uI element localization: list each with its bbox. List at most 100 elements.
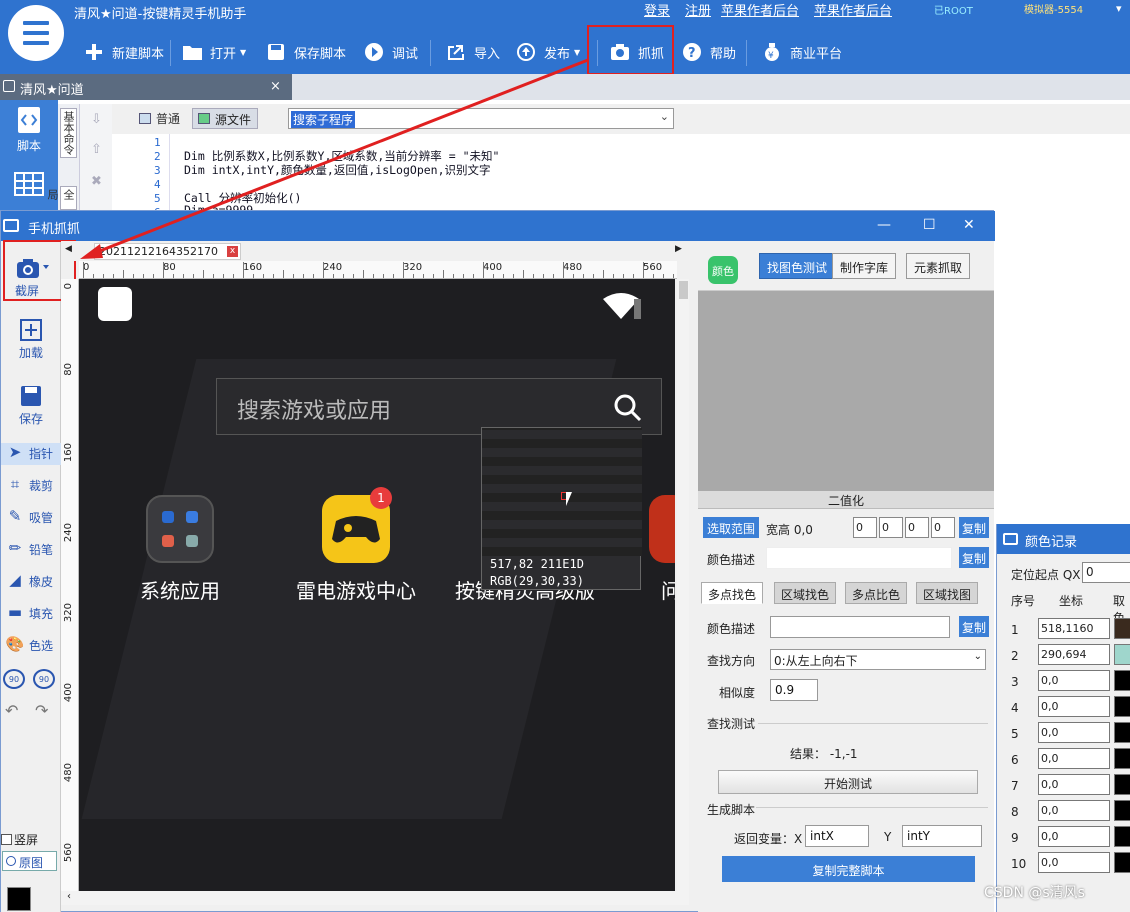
- color-desc-input[interactable]: [766, 547, 952, 569]
- scroll-left-icon[interactable]: ◀: [65, 244, 72, 254]
- load-tool[interactable]: 加载: [1, 319, 61, 365]
- subtab-area-find-image[interactable]: 区域找图: [916, 582, 979, 604]
- coord-input[interactable]: 0,0: [1038, 800, 1110, 821]
- original-image-button[interactable]: 原图: [2, 851, 57, 871]
- subtab-area-find-color[interactable]: 区域找色: [774, 582, 837, 604]
- color-swatch[interactable]: [1114, 618, 1130, 639]
- mode-normal-button[interactable]: 普通: [134, 109, 186, 129]
- minimize-button[interactable]: —: [877, 217, 891, 233]
- coord-input[interactable]: 0,0: [1038, 826, 1110, 847]
- arrow-up-icon[interactable]: ⇧: [91, 142, 102, 157]
- crop-tool[interactable]: ⌗ 裁剪: [1, 475, 61, 497]
- subtab-multi-point-compare[interactable]: 多点比色: [845, 582, 908, 604]
- color-record-title-bar[interactable]: 颜色记录: [997, 524, 1130, 554]
- coord-input[interactable]: 0,0: [1038, 852, 1110, 873]
- copy-full-script-button[interactable]: 复制完整脚本: [722, 856, 975, 882]
- arrow-down-icon[interactable]: ⇩: [91, 112, 102, 127]
- horizontal-scrollbar[interactable]: ‹: [61, 891, 689, 905]
- copy-desc-button-2[interactable]: 复制: [959, 616, 989, 637]
- close-button[interactable]: ✕: [963, 217, 975, 233]
- author-backend-link[interactable]: 苹果作者后台: [814, 0, 892, 19]
- publish-button[interactable]: 发布 ▼: [516, 36, 580, 68]
- mode-source-button[interactable]: 源文件: [192, 108, 259, 129]
- range-x1-input[interactable]: 0: [853, 517, 877, 538]
- subroutine-search-select[interactable]: 搜索子程序 ⌄: [288, 108, 674, 129]
- vtab-global[interactable]: 全局: [46, 186, 77, 210]
- color-swatch[interactable]: [1114, 800, 1130, 821]
- coord-input[interactable]: 0,0: [1038, 696, 1110, 717]
- login-link[interactable]: 登录: [644, 0, 670, 19]
- maximize-button[interactable]: ☐: [923, 217, 936, 233]
- phone-screenshot-canvas[interactable]: 搜索游戏或应用 系统应用 1 雷电游戏中心 按键精灵高级版 问 517,82 2…: [79, 279, 675, 891]
- vtab-basic-commands[interactable]: 基本命令: [60, 108, 77, 158]
- capture-window-title-bar[interactable]: 手机抓抓 — ☐ ✕: [1, 211, 995, 241]
- scroll-left-icon[interactable]: ‹: [67, 891, 71, 902]
- code-line[interactable]: Dim a=9999: [184, 203, 253, 210]
- coord-input[interactable]: 0,0: [1038, 722, 1110, 743]
- color-swatch[interactable]: [1114, 670, 1130, 691]
- tab-element-capture[interactable]: 元素抓取: [906, 253, 971, 279]
- register-link[interactable]: 注册: [685, 0, 711, 19]
- apple-author-link[interactable]: 苹果作者后台: [721, 0, 799, 19]
- color-swatch[interactable]: [1114, 722, 1130, 743]
- document-tab[interactable]: 清风★问道 ×: [0, 74, 292, 100]
- start-test-button[interactable]: 开始测试: [718, 770, 978, 794]
- copy-range-button[interactable]: 复制: [959, 517, 989, 538]
- tab-find-color-test[interactable]: 找图色测试: [759, 253, 836, 279]
- color-desc-input-2[interactable]: [770, 616, 950, 638]
- tab-make-font-library[interactable]: 制作字库: [832, 253, 897, 279]
- open-button[interactable]: 打开 ▼: [182, 36, 246, 68]
- range-x2-input[interactable]: 0: [905, 517, 929, 538]
- return-x-input[interactable]: intX: [805, 825, 869, 847]
- scroll-right-icon[interactable]: ▶: [675, 244, 682, 254]
- app-game-center[interactable]: 1 雷电游戏中心: [281, 487, 431, 604]
- color-swatch[interactable]: [1114, 748, 1130, 769]
- similarity-input[interactable]: 0.9: [770, 679, 818, 701]
- coord-input[interactable]: 0,0: [1038, 670, 1110, 691]
- window-menu-icon[interactable]: ▾: [1116, 2, 1122, 15]
- vertical-screen-checkbox[interactable]: 竖屏: [1, 831, 38, 848]
- eraser-tool[interactable]: ◢ 橡皮: [1, 571, 61, 593]
- import-button[interactable]: 导入: [446, 36, 500, 68]
- color-swatch[interactable]: [1114, 696, 1130, 717]
- color-swatch[interactable]: [1114, 644, 1130, 665]
- coord-input[interactable]: 518,1160: [1038, 618, 1110, 639]
- app-system-apps[interactable]: 系统应用: [105, 495, 255, 604]
- fill-tool[interactable]: ▬ 填充: [1, 603, 61, 625]
- undo-icon[interactable]: ↶: [5, 701, 18, 720]
- pencil-tool[interactable]: ✏ 铅笔: [1, 539, 61, 561]
- color-swatch[interactable]: [1114, 852, 1130, 873]
- copy-desc-button[interactable]: 复制: [959, 547, 989, 568]
- rotate-left-icon[interactable]: 90: [3, 669, 25, 689]
- debug-button[interactable]: 调试: [364, 36, 418, 68]
- code-line[interactable]: Dim intX,intY,颜色数量,返回值,isLogOpen,识别文字: [184, 162, 491, 178]
- subtab-multi-point-find[interactable]: 多点找色: [701, 582, 764, 604]
- range-y1-input[interactable]: 0: [879, 517, 903, 538]
- find-direction-select[interactable]: 0:从左上向右下 ⌄: [770, 649, 986, 670]
- coord-input[interactable]: 0,0: [1038, 748, 1110, 769]
- origin-qx-input[interactable]: 0: [1082, 562, 1130, 583]
- help-button[interactable]: ? 帮助: [682, 36, 736, 68]
- save-tool[interactable]: 保存: [1, 385, 61, 431]
- close-tab-icon[interactable]: x: [226, 246, 238, 257]
- color-swatch[interactable]: [1114, 826, 1130, 847]
- delete-icon[interactable]: ✖: [91, 174, 102, 189]
- market-button[interactable]: ¥ 商业平台: [762, 36, 842, 68]
- rotate-right-icon[interactable]: 90: [33, 669, 55, 689]
- return-y-input[interactable]: intY: [902, 825, 982, 847]
- coord-input[interactable]: 290,694: [1038, 644, 1110, 665]
- palette-tool[interactable]: 🎨 色选: [1, 635, 61, 657]
- color-swatch[interactable]: [1114, 774, 1130, 795]
- binarize-bar[interactable]: 二值化: [698, 491, 994, 509]
- foreground-color-swatch[interactable]: [7, 887, 31, 911]
- pointer-tool[interactable]: ➤ 指针: [1, 443, 61, 465]
- vertical-scrollbar[interactable]: [677, 279, 689, 891]
- eyedropper-tool[interactable]: ✎ 吸管: [1, 507, 61, 529]
- range-y2-input[interactable]: 0: [931, 517, 955, 538]
- close-tab-icon[interactable]: ×: [270, 79, 281, 94]
- select-range-button[interactable]: 选取范围: [703, 517, 759, 538]
- main-menu-button[interactable]: [8, 5, 64, 61]
- color-indicator[interactable]: 颜色: [708, 256, 738, 284]
- new-script-button[interactable]: 新建脚本: [84, 36, 164, 68]
- coord-input[interactable]: 0,0: [1038, 774, 1110, 795]
